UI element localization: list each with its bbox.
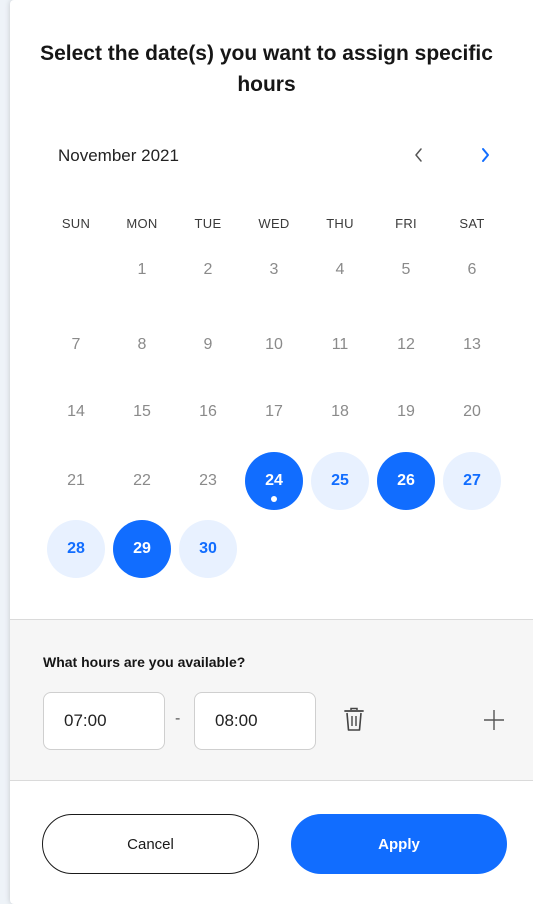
day-number: 9 xyxy=(203,336,213,353)
day-number: 17 xyxy=(265,403,283,420)
day-cell[interactable]: 11 xyxy=(311,316,369,374)
day-number: 24 xyxy=(265,472,283,489)
date-selection-dialog: Select the date(s) you want to assign sp… xyxy=(10,0,533,904)
day-cell[interactable]: 3 xyxy=(245,241,303,299)
day-number: 2 xyxy=(203,261,213,278)
day-number: 12 xyxy=(397,336,415,353)
hours-section: What hours are you available? - xyxy=(10,619,533,781)
delete-hours-button[interactable] xyxy=(342,706,366,734)
day-cell[interactable]: 7 xyxy=(47,316,105,374)
day-number: 16 xyxy=(199,403,217,420)
day-number: 29 xyxy=(133,540,151,557)
day-cell[interactable]: 9 xyxy=(179,316,237,374)
day-cell[interactable]: 16 xyxy=(179,383,237,441)
day-number: 18 xyxy=(331,403,349,420)
weekday-1: MON xyxy=(126,216,158,231)
day-number: 10 xyxy=(265,336,283,353)
day-number: 26 xyxy=(397,472,415,489)
day-number: 15 xyxy=(133,403,151,420)
day-cell[interactable]: 12 xyxy=(377,316,435,374)
day-number: 8 xyxy=(137,336,147,353)
day-number: 27 xyxy=(463,472,481,489)
day-cell[interactable]: 6 xyxy=(443,241,501,299)
day-number: 28 xyxy=(67,540,85,557)
cancel-button[interactable]: Cancel xyxy=(42,814,259,874)
day-number: 4 xyxy=(335,261,345,278)
prev-month-button[interactable] xyxy=(404,140,434,170)
weekday-3: WED xyxy=(258,216,290,231)
day-cell[interactable]: 13 xyxy=(443,316,501,374)
day-cell[interactable]: 2 xyxy=(179,241,237,299)
weekday-6: SAT xyxy=(459,216,485,231)
weekday-0: SUN xyxy=(61,216,91,231)
weekday-2: TUE xyxy=(194,216,222,231)
weekday-4: THU xyxy=(326,216,354,231)
day-number: 1 xyxy=(137,261,147,278)
next-month-button[interactable] xyxy=(470,140,500,170)
day-number: 6 xyxy=(467,261,477,278)
add-hours-button[interactable] xyxy=(482,708,506,732)
day-cell[interactable]: 20 xyxy=(443,383,501,441)
trash-icon xyxy=(344,707,364,731)
day-number: 22 xyxy=(133,472,151,489)
day-cell[interactable]: 21 xyxy=(47,452,105,510)
day-cell[interactable]: 24 xyxy=(245,452,303,510)
day-number: 20 xyxy=(463,403,481,420)
time-separator: - xyxy=(175,710,181,727)
chevron-left-icon xyxy=(415,148,422,162)
hours-question: What hours are you available? xyxy=(43,654,246,670)
today-indicator-dot xyxy=(271,496,277,502)
day-cell[interactable]: 10 xyxy=(245,316,303,374)
day-cell[interactable]: 17 xyxy=(245,383,303,441)
day-number: 25 xyxy=(331,472,349,489)
day-cell[interactable]: 8 xyxy=(113,316,171,374)
day-number: 7 xyxy=(71,336,81,353)
end-time-input[interactable] xyxy=(194,692,316,750)
day-cell[interactable]: 19 xyxy=(377,383,435,441)
day-number: 3 xyxy=(269,261,279,278)
day-cell[interactable]: 22 xyxy=(113,452,171,510)
day-number: 13 xyxy=(463,336,481,353)
apply-button[interactable]: Apply xyxy=(291,814,507,874)
day-cell[interactable]: 30 xyxy=(179,520,237,578)
day-cell[interactable]: 15 xyxy=(113,383,171,441)
dialog-title: Select the date(s) you want to assign sp… xyxy=(40,42,493,96)
day-number: 11 xyxy=(331,336,349,353)
day-cell[interactable]: 26 xyxy=(377,452,435,510)
day-cell[interactable]: 14 xyxy=(47,383,105,441)
weekday-5: FRI xyxy=(395,216,417,231)
day-cell[interactable]: 23 xyxy=(179,452,237,510)
day-cell[interactable]: 5 xyxy=(377,241,435,299)
day-number: 30 xyxy=(199,540,217,557)
day-number: 21 xyxy=(67,472,85,489)
day-cell[interactable]: 27 xyxy=(443,452,501,510)
day-cell[interactable]: 28 xyxy=(47,520,105,578)
day-number: 19 xyxy=(397,403,415,420)
day-cell[interactable]: 1 xyxy=(113,241,171,299)
plus-icon xyxy=(484,710,504,730)
day-cell[interactable]: 29 xyxy=(113,520,171,578)
day-number: 23 xyxy=(199,472,217,489)
day-cell[interactable]: 4 xyxy=(311,241,369,299)
day-cell[interactable]: 18 xyxy=(311,383,369,441)
day-cell[interactable]: 25 xyxy=(311,452,369,510)
day-number: 5 xyxy=(401,261,411,278)
month-label: November 2021 xyxy=(58,146,179,165)
chevron-right-icon xyxy=(482,148,489,162)
start-time-input[interactable] xyxy=(43,692,165,750)
day-number: 14 xyxy=(67,403,85,420)
